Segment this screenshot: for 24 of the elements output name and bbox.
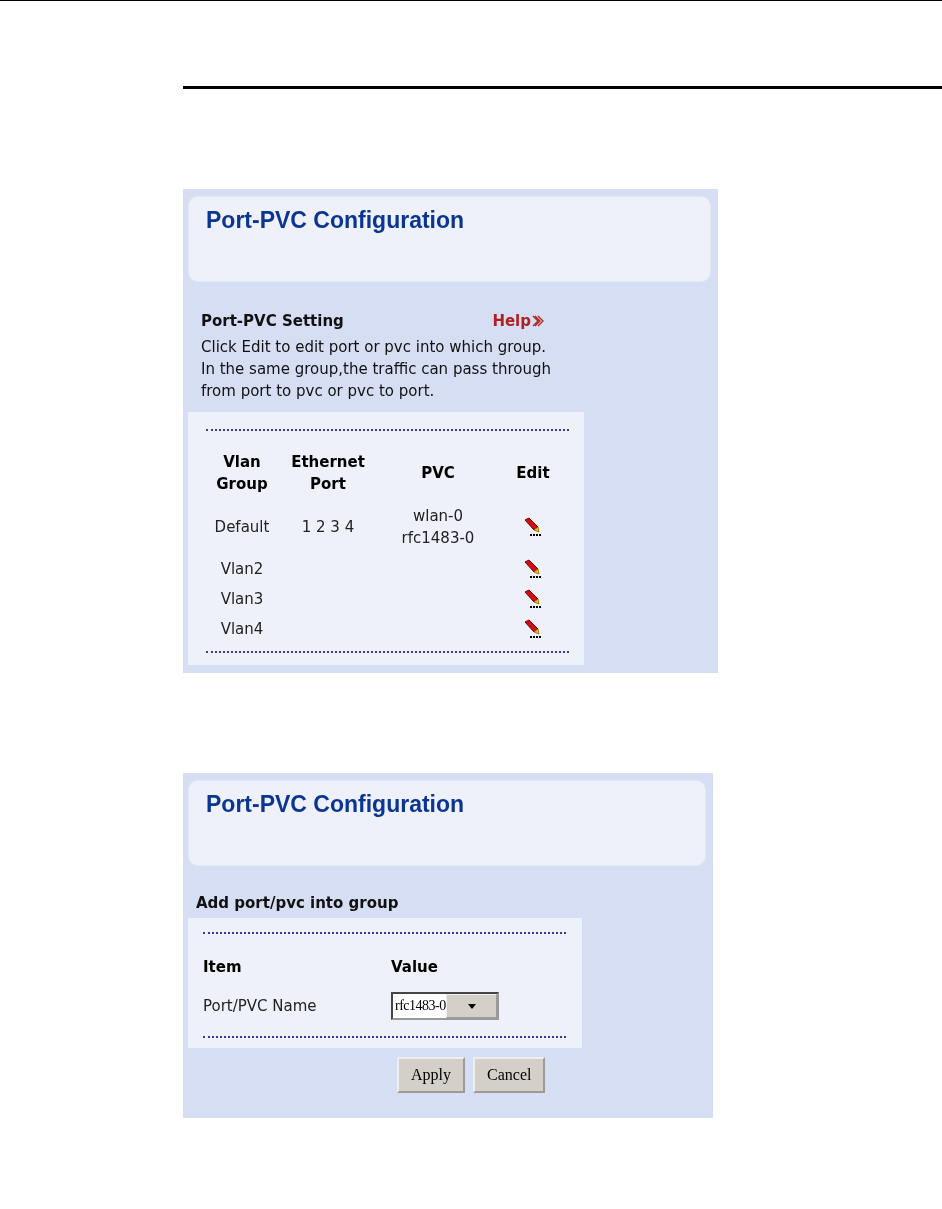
table-cell-text: Vlan4 <box>219 620 265 638</box>
column-header: Edit <box>515 463 551 484</box>
field-label: Port/PVC Name <box>203 997 318 1015</box>
dropdown-field[interactable]: rfc1483-0 <box>391 992 499 1020</box>
description-text: In the same group,the traffic can pass through from port to pvc or pvc to port. <box>201 359 551 402</box>
table-cell-text: Vlan3 <box>219 590 265 608</box>
table-cell-text: rfc1483-0 <box>400 528 476 549</box>
column-header: Ethernet Port <box>290 452 366 495</box>
help-link[interactable]: Help <box>492 312 546 330</box>
table-cell-text: Vlan2 <box>219 560 265 578</box>
column-header: Vlan Group <box>215 452 269 495</box>
column-header: Value <box>391 957 439 978</box>
column-header: Item <box>203 957 243 978</box>
column-header: PVC <box>420 463 456 484</box>
section-heading: Port-PVC Setting <box>201 312 344 330</box>
section-heading: Add port/pvc into group <box>196 894 399 912</box>
table-cell-text: wlan-0 <box>411 506 465 527</box>
table-cell-text: Default <box>213 518 271 536</box>
page-title: Port-PVC Configuration <box>206 791 466 818</box>
description-text: Click Edit to edit port or pvc into which group. <box>201 337 548 358</box>
form-button[interactable]: Apply <box>397 1057 465 1093</box>
table-cell-text: 1 2 3 4 <box>300 518 356 536</box>
page-title: Port-PVC Configuration <box>206 207 466 234</box>
form-button[interactable]: Cancel <box>473 1057 546 1093</box>
